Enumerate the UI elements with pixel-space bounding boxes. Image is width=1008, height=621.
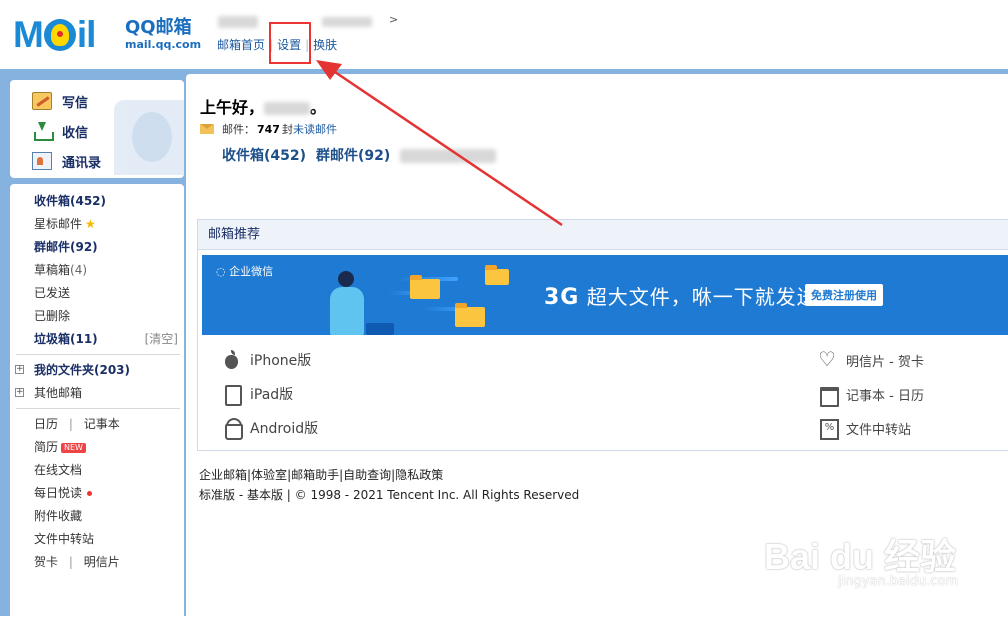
contacts-card-icon xyxy=(32,152,52,170)
new-badge: NEW xyxy=(61,442,86,453)
qq-penguin-decoration xyxy=(114,100,184,175)
inbox-download-icon xyxy=(32,122,54,141)
envelope-icon xyxy=(200,124,214,134)
calendar-link[interactable]: 日历 xyxy=(34,417,58,431)
folder-list: 收件箱(452) 星标邮件 ★ 群邮件(92) 草稿箱(4) 已发送 已删除 垃圾… xyxy=(10,184,184,621)
receive-label: 收信 xyxy=(62,125,89,141)
clear-spam-link[interactable]: [清空] xyxy=(145,330,178,348)
divider xyxy=(16,408,180,409)
redacted-name xyxy=(264,102,311,115)
compose-label: 写信 xyxy=(62,95,89,111)
footer-copyright: 标准版 - 基本版 | © 1998 - 2021 Tencent Inc. A… xyxy=(199,488,580,502)
contacts-label: 通讯录 xyxy=(62,155,102,171)
redacted-email xyxy=(321,16,372,27)
folder-inbox[interactable]: 收件箱(452) xyxy=(34,192,106,210)
apple-icon xyxy=(222,350,242,370)
baidu-watermark: Bai du 经验 xyxy=(763,536,956,577)
expand-icon[interactable]: + xyxy=(15,365,24,374)
greeting: 上午好，。 xyxy=(200,98,327,117)
quick-box-links: 收件箱(452) 群邮件(92) xyxy=(222,145,506,165)
quick-group-link[interactable]: 群邮件(92) xyxy=(316,148,390,164)
folder-starred[interactable]: 星标邮件 ★ xyxy=(34,215,96,233)
attachments-link[interactable]: 附件收藏 xyxy=(34,507,82,525)
qq-mail-logo[interactable]: Mil QQ邮箱 mail.qq.com xyxy=(13,14,201,55)
compose-button[interactable]: 写信 xyxy=(32,90,88,112)
skin-link[interactable]: 换肤 xyxy=(313,38,337,52)
iphone-app-link[interactable]: iPhone版 xyxy=(222,350,311,370)
sidebar: 写信 收信 通讯录 收件箱(452) 星标邮件 ★ 群邮件(92) 草稿箱(4) … xyxy=(5,74,184,621)
sidebar-tools: 写信 收信 通讯录 xyxy=(10,80,184,178)
folder-group-mail[interactable]: 群邮件(92) xyxy=(34,238,98,256)
file-transfer-app-link[interactable]: 文件中转站 xyxy=(818,418,911,440)
footer-link[interactable]: |邮箱助手 xyxy=(287,468,339,482)
folder-sent[interactable]: 已发送 xyxy=(34,284,70,302)
receive-button[interactable]: 收信 xyxy=(32,120,88,142)
logo-domain: mail.qq.com xyxy=(125,38,202,51)
mail-count: 747 xyxy=(257,122,280,136)
online-docs-link[interactable]: 在线文档 xyxy=(34,461,82,479)
heart-icon xyxy=(818,347,838,371)
baidu-watermark-url: jingyan.baidu.com xyxy=(838,574,958,589)
my-folders[interactable]: 我的文件夹(203) xyxy=(34,361,130,379)
notes-link[interactable]: 记事本 xyxy=(84,417,120,431)
wework-brand: ◌ 企业微信 xyxy=(216,265,274,278)
laptop-illustration xyxy=(366,323,394,335)
redacted-folder-link[interactable] xyxy=(400,149,497,163)
divider xyxy=(16,354,180,355)
footer-link[interactable]: 企业邮箱 xyxy=(199,468,247,482)
quick-inbox-link[interactable]: 收件箱(452) xyxy=(222,148,306,164)
ipad-icon xyxy=(222,384,242,406)
settings-highlight-box xyxy=(269,22,311,64)
account-arrow[interactable]: > xyxy=(389,13,398,26)
home-link[interactable]: 邮箱首页 xyxy=(217,38,265,52)
logo-mail-mark: Mil xyxy=(13,14,96,55)
footer-link[interactable]: |隐私政策 xyxy=(391,468,443,482)
android-app-link[interactable]: Android版 xyxy=(222,418,318,440)
redacted-username xyxy=(218,15,258,28)
star-icon: ★ xyxy=(85,217,96,231)
footer-link[interactable]: |体验室 xyxy=(247,468,287,482)
daily-read-link[interactable]: 每日悦读 xyxy=(34,484,93,502)
other-mailboxes[interactable]: 其他邮箱 xyxy=(34,384,82,402)
write-icon xyxy=(32,92,52,110)
recommend-title: 邮箱推荐 xyxy=(198,220,1008,250)
mail-summary: 邮件： 747 封未读邮件 xyxy=(200,121,337,137)
notes-calendar-link[interactable]: 记事本 - 日历 xyxy=(818,384,924,407)
footer-link[interactable]: |自助查询 xyxy=(339,468,391,482)
folder-icon xyxy=(485,265,509,285)
postcard-link[interactable]: 明信片 xyxy=(84,555,120,569)
calendar-notes-row: 日历 | 记事本 xyxy=(34,417,120,431)
expand-icon[interactable]: + xyxy=(15,388,24,397)
notification-dot xyxy=(87,491,93,496)
cards-row: 贺卡 | 明信片 xyxy=(34,555,120,569)
folder-drafts[interactable]: 草稿箱(4) xyxy=(34,261,87,279)
logo-title: QQ邮箱 xyxy=(125,17,192,38)
greeting-card-link[interactable]: 贺卡 xyxy=(34,555,58,569)
header: Mil QQ邮箱 mail.qq.com > 邮箱首页 | 设置 | 换肤 xyxy=(0,0,1008,70)
recommend-panel: 邮箱推荐 ◌ 企业微信 3G 超大文件，咻一下就发送 免费注册使用 iPhone… xyxy=(197,219,1008,451)
banner-register-button[interactable]: 免费注册使用 xyxy=(805,284,883,306)
footer-links: 企业邮箱|体验室|邮箱助手|自助查询|隐私政策 xyxy=(199,466,443,483)
banner-slogan: 3G 超大文件，咻一下就发送 xyxy=(544,285,818,310)
folder-icon xyxy=(410,275,440,299)
contacts-button[interactable]: 通讯录 xyxy=(32,150,101,172)
android-icon xyxy=(222,418,243,440)
folder-icon xyxy=(455,303,485,327)
postcard-card-link[interactable]: 明信片 - 贺卡 xyxy=(818,347,924,371)
folder-deleted[interactable]: 已删除 xyxy=(34,307,70,325)
resume-link[interactable]: 简历 NEW xyxy=(34,438,86,456)
folder-spam[interactable]: 垃圾箱(11) xyxy=(34,330,98,348)
file-transfer-link[interactable]: 文件中转站 xyxy=(34,530,94,548)
promo-banner[interactable]: ◌ 企业微信 3G 超大文件，咻一下就发送 免费注册使用 xyxy=(202,255,1008,335)
ipad-app-link[interactable]: iPad版 xyxy=(222,384,293,406)
calendar-icon xyxy=(818,384,839,407)
unread-mail-link[interactable]: 未读邮件 xyxy=(293,121,337,137)
file-transfer-icon xyxy=(818,418,839,440)
